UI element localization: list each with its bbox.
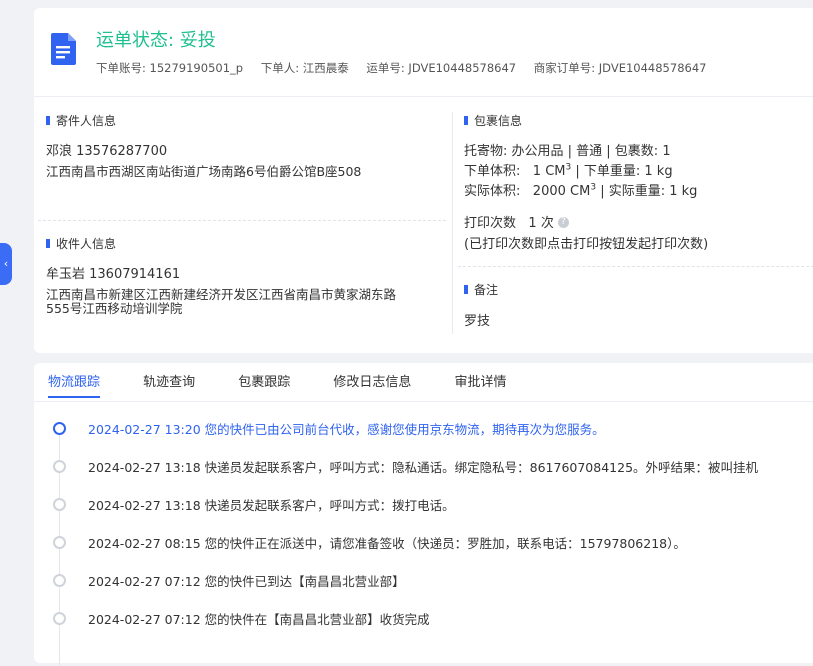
package-contents: 托寄物: 办公用品 | 普通 | 包裹数: 1 (464, 144, 671, 159)
timeline-item: 2024-02-27 13:18 快递员发起联系客户，呼叫方式：隐私通话。绑定隐私… (34, 457, 813, 477)
sender-name-phone: 邓浪 13576287700 (46, 144, 168, 159)
remark-section-title: 备注 (464, 281, 498, 298)
timeline-item: 2024-02-27 08:15 您的快件正在派送中，请您准备签收（快递员：罗胜加… (34, 533, 813, 553)
tabs-underline (34, 401, 813, 402)
timeline-dot (53, 612, 66, 625)
tab-logistics-tracking[interactable]: 物流跟踪 (48, 371, 101, 398)
waybill-meta: 下单账号: 15279190501_p 下单人: 江西晨泰 运单号: JDVE1… (96, 60, 720, 76)
section-marker (46, 116, 50, 125)
tracking-card: 物流跟踪 轨迹查询 包裹跟踪 修改日志信息 审批详情 2024-02-27 13… (34, 363, 813, 666)
header-divider (34, 96, 813, 97)
document-icon (51, 33, 76, 65)
timeline-item: 2024-02-27 07:12 您的快件在【南昌昌北营业部】收货完成 (34, 609, 813, 629)
actual-volume-weight: 实际体积: 2000 CM3 | 实际重量: 1 kg (464, 182, 698, 199)
collapse-side-tab[interactable]: ‹ (0, 243, 12, 285)
order-volume-weight: 下单体积: 1 CM3 | 下单重量: 1 kg (464, 162, 673, 179)
merchant-order-number: 商家订单号: JDVE10448578647 (533, 61, 707, 75)
section-divider (458, 266, 813, 267)
tab-modify-log[interactable]: 修改日志信息 (333, 371, 411, 398)
waybill-detail-card: 运单状态: 妥投 下单账号: 15279190501_p 下单人: 江西晨泰 运… (34, 8, 813, 353)
timeline-dot (53, 536, 66, 549)
section-marker (464, 116, 468, 125)
timeline-dot (53, 498, 66, 511)
section-marker (46, 239, 50, 248)
order-account: 下单账号: 15279190501_p (96, 61, 244, 75)
orderer: 下单人: 江西晨泰 (260, 61, 349, 75)
chevron-left-icon: ‹ (3, 257, 9, 270)
tab-package-tracking[interactable]: 包裹跟踪 (238, 371, 290, 398)
package-section-title: 包裹信息 (464, 112, 522, 129)
timeline-item: 2024-02-27 13:18 快递员发起联系客户，呼叫方式：拨打电话。 (34, 495, 813, 515)
receiver-section-title: 收件人信息 (46, 235, 116, 252)
print-count-note: (已打印次数即点击打印按钮发起打印次数) (464, 237, 709, 252)
tab-track-query[interactable]: 轨迹查询 (143, 371, 195, 398)
timeline-dot (53, 422, 66, 435)
tab-approval-details[interactable]: 审批详情 (454, 371, 506, 398)
timeline-item: 2024-02-27 07:12 您的快件已到达【南昌昌北营业部】 (34, 571, 813, 591)
timeline-dot (53, 460, 66, 473)
print-count: 打印次数 1 次? (464, 212, 569, 231)
tracking-tabs: 物流跟踪 轨迹查询 包裹跟踪 修改日志信息 审批详情 (48, 371, 544, 401)
waybill-status: 运单状态: 妥投 (96, 30, 216, 51)
remark-value: 罗技 (464, 314, 491, 329)
receiver-address-line2: 555号江西移动培训学院 (46, 301, 183, 316)
vertical-divider (452, 112, 453, 334)
sender-section-title: 寄件人信息 (46, 112, 116, 129)
section-marker (464, 285, 468, 294)
timeline-item: 2024-02-27 13:20 您的快件已由公司前台代收，感谢您使用京东物流，期… (34, 419, 813, 439)
receiver-name-phone: 牟玉岩 13607914161 (46, 267, 181, 282)
timeline-dot (53, 574, 66, 587)
waybill-number: 运单号: JDVE10448578647 (366, 61, 517, 75)
help-icon[interactable]: ? (557, 217, 569, 228)
section-divider (38, 220, 446, 221)
sender-address: 江西南昌市西湖区南站街道广场南路6号伯爵公馆B座508 (46, 164, 362, 179)
